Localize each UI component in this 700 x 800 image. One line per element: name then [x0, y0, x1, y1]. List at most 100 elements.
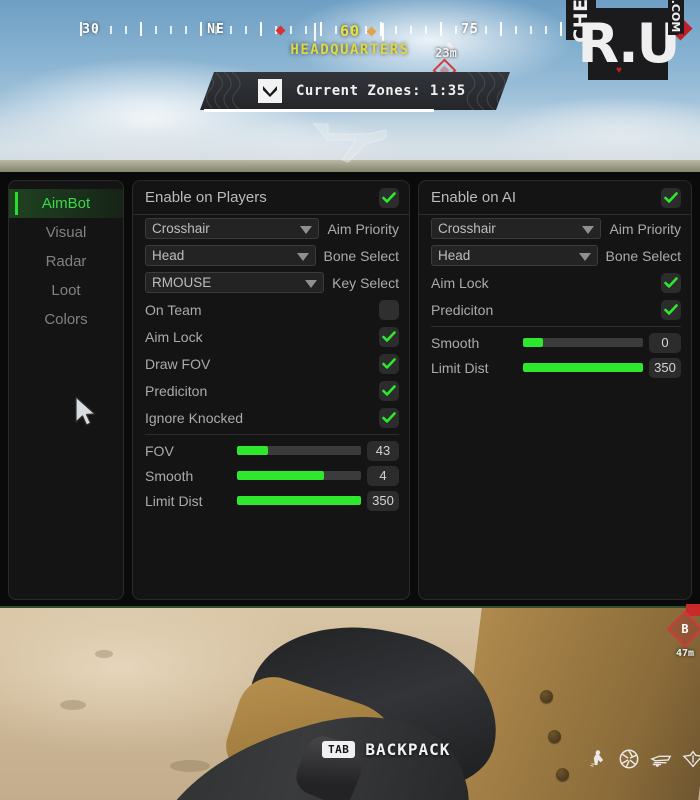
slider-value: 350 — [367, 490, 399, 511]
dropdown-aim-priority[interactable]: Crosshair — [431, 218, 602, 239]
players-dropdown-group: Crosshair Aim Priority Head Bone Select RMOU… — [133, 215, 409, 296]
slider-label: Limit Dist — [145, 492, 203, 509]
players-slider-group: FOV 43 Smooth 4 Limit Dist 350 — [133, 438, 409, 513]
crate-rivet — [548, 730, 561, 743]
logo-heart-icon: ♥ — [678, 31, 684, 42]
dropdown-label: Bone Select — [323, 247, 400, 264]
dropdown-value: Head — [152, 248, 185, 263]
compass-tick — [530, 26, 532, 34]
compass-label-30: 30 — [82, 22, 100, 37]
slider-value: 0 — [649, 332, 681, 353]
slider-limit-dist[interactable] — [237, 496, 361, 505]
cheat-ru-logo: CHEAT R.U .COM ♥ ♥ — [560, 0, 700, 80]
sidebar-item-colors[interactable]: Colors — [9, 305, 123, 334]
prompt-label: BACKPACK — [365, 740, 451, 759]
dropdown-value: Crosshair — [438, 221, 496, 236]
backpack-prompt: TAB BACKPACK — [322, 740, 450, 759]
players-panel-header: Enable on Players — [133, 181, 409, 215]
toggle-row-aim-lock: Aim Lock — [133, 323, 409, 350]
checkbox-draw-fov[interactable] — [379, 353, 399, 374]
compass-tick — [335, 26, 337, 34]
players-settings-panel: Enable on Players Crosshair Aim Priority H… — [132, 180, 410, 600]
checkbox-prediciton[interactable] — [379, 380, 399, 401]
sidebar-item-visual[interactable]: Visual — [9, 218, 123, 247]
compass-tick — [260, 22, 262, 36]
cheat-menu-overlay: AimBot Visual Radar Loot Colors Enable on Pl… — [0, 172, 700, 608]
compass-tick — [125, 26, 127, 34]
ai-slider-group: Smooth 0 Limit Dist 350 — [419, 330, 691, 380]
compass-tick — [110, 26, 112, 34]
compass-center-left — [314, 23, 316, 41]
aperture-perk-icon — [619, 749, 639, 769]
checkbox-on-team[interactable] — [379, 299, 399, 320]
chevron-down-icon — [582, 226, 595, 234]
enable-on-players-checkbox[interactable] — [379, 187, 399, 208]
slider-row-fov: FOV 43 — [133, 438, 409, 463]
compass-tick — [170, 26, 172, 34]
slider-row-smooth: Smooth 0 — [419, 330, 691, 355]
compass-label-ne: NE — [207, 22, 225, 37]
slider-row-limit-dist: Limit Dist 350 — [133, 488, 409, 513]
compass-tick — [515, 26, 517, 34]
ai-toggle-group: Aim Lock Prediciton — [419, 269, 691, 323]
sidebar-item-radar[interactable]: Radar — [9, 247, 123, 276]
toggle-label: Aim Lock — [431, 274, 489, 291]
slider-smooth[interactable] — [523, 338, 643, 347]
compass-tick — [485, 26, 487, 34]
perk-icon-row — [586, 748, 700, 770]
screen: 30 NE 60 75 HEADQUARTERS 23m Current Zon… — [0, 0, 700, 800]
dropdown-row-aim-priority: Crosshair Aim Priority — [419, 215, 691, 242]
dropdown-label: Aim Priority — [609, 220, 681, 237]
sidebar-item-aimbot[interactable]: AimBot — [9, 189, 123, 218]
compass-tick — [425, 26, 427, 34]
checkbox-aim-lock[interactable] — [379, 326, 399, 347]
dropdown-key-select[interactable]: RMOUSE — [145, 272, 325, 293]
slider-smooth[interactable] — [237, 471, 361, 480]
wings-perk-icon — [682, 750, 700, 768]
players-divider — [145, 434, 399, 435]
compass-tick — [230, 26, 232, 34]
checkbox-ignore-knocked[interactable] — [379, 407, 399, 428]
dropdown-bone-select[interactable]: Head — [431, 245, 598, 266]
logo-ru-word: R.U — [578, 8, 680, 80]
checkbox-prediciton[interactable] — [661, 299, 681, 320]
checkbox-aim-lock[interactable] — [661, 272, 681, 293]
compass-tick — [395, 26, 397, 34]
slider-fill — [523, 363, 643, 372]
ai-dropdown-group: Crosshair Aim Priority Head Bone Select — [419, 215, 691, 269]
toggle-row-prediciton: Prediciton — [133, 377, 409, 404]
slider-row-smooth: Smooth 4 — [133, 463, 409, 488]
enable-on-ai-checkbox[interactable] — [661, 187, 681, 208]
ground-detail — [60, 700, 86, 710]
sidebar-item-loot[interactable]: Loot — [9, 276, 123, 305]
ground-detail — [170, 760, 210, 772]
compass-tick — [320, 22, 322, 36]
dropdown-row-key-select: RMOUSE Key Select — [133, 269, 409, 296]
slider-fill — [237, 471, 324, 480]
chevron-down-icon — [300, 226, 313, 234]
toggle-label: Aim Lock — [145, 328, 203, 345]
slider-label: Limit Dist — [431, 359, 489, 376]
compass-tick — [545, 26, 547, 34]
logo-ru-text: R.U — [577, 12, 681, 75]
slider-row-limit-dist: Limit Dist 350 — [419, 355, 691, 380]
slider-fill — [523, 338, 544, 347]
compass-tick — [185, 26, 187, 34]
players-panel-title: Enable on Players — [145, 189, 267, 206]
slider-fov[interactable] — [237, 446, 361, 455]
compass-tick — [140, 22, 142, 36]
dropdown-bone-select[interactable]: Head — [145, 245, 316, 266]
weapon-stock-outline — [312, 123, 387, 163]
slider-limit-dist[interactable] — [523, 363, 643, 372]
sidebar-item-list: AimBot Visual Radar Loot Colors — [9, 181, 123, 334]
compass-tick — [455, 26, 457, 34]
toggle-label: Prediciton — [145, 382, 208, 399]
slider-fill — [237, 496, 361, 505]
compass-tick — [305, 26, 307, 34]
dropdown-aim-priority[interactable]: Crosshair — [145, 218, 320, 239]
toggle-row-ignore-knocked: Ignore Knocked — [133, 404, 409, 431]
dropdown-row-aim-priority: Crosshair Aim Priority — [133, 215, 409, 242]
ai-panel-title: Enable on AI — [431, 189, 517, 206]
slider-value: 43 — [367, 440, 399, 461]
ai-divider — [431, 326, 681, 327]
